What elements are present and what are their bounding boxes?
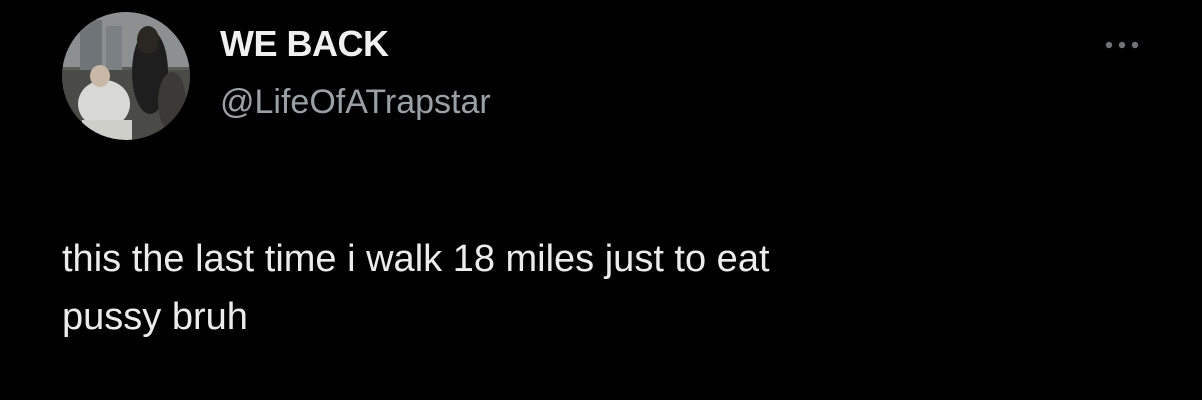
more-options-button[interactable] xyxy=(1098,30,1146,60)
tweet-text-line: this the last time i walk 18 miles just … xyxy=(62,238,770,280)
tweet-card: WE BACK @LifeOfATrapstar this the last t… xyxy=(0,0,1202,400)
avatar[interactable] xyxy=(62,12,190,140)
tweet-text: this the last time i walk 18 miles just … xyxy=(62,230,1122,346)
tweet-text-line: pussy bruh xyxy=(62,296,248,338)
display-name[interactable]: WE BACK xyxy=(220,24,389,64)
more-horizontal-icon xyxy=(1105,41,1139,49)
user-handle[interactable]: @LifeOfATrapstar xyxy=(220,82,491,122)
avatar-photo xyxy=(62,12,190,140)
